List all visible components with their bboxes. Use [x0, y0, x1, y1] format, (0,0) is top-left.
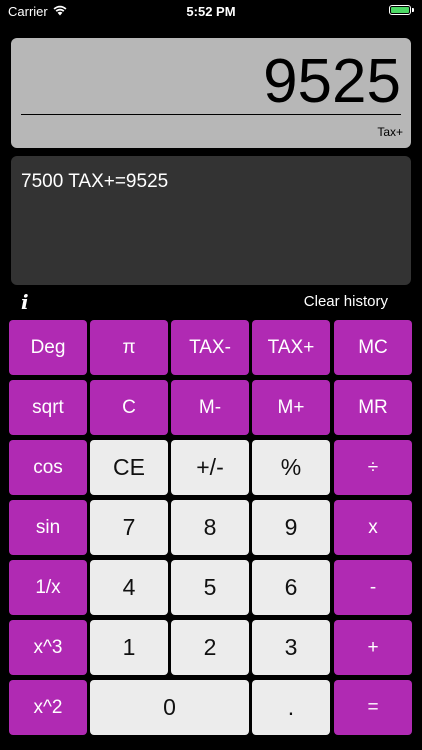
digit-2-button[interactable]: 2	[171, 620, 249, 675]
tax-plus-button[interactable]: TAX+	[252, 320, 330, 375]
memory-clear-button[interactable]: MC	[334, 320, 412, 375]
tax-minus-button[interactable]: TAX-	[171, 320, 249, 375]
clear-button[interactable]: C	[90, 380, 168, 435]
sqrt-button[interactable]: sqrt	[9, 380, 87, 435]
cube-button[interactable]: x^3	[9, 620, 87, 675]
battery-fill	[391, 7, 409, 13]
cos-button[interactable]: cos	[9, 440, 87, 495]
battery-body	[389, 5, 411, 15]
digit-1-button[interactable]: 1	[90, 620, 168, 675]
deg-button[interactable]: Deg	[9, 320, 87, 375]
divide-button[interactable]: ÷	[334, 440, 412, 495]
decimal-button[interactable]: .	[252, 680, 330, 735]
history-panel[interactable]: 7500 TAX+=9525	[11, 156, 411, 285]
multiply-button[interactable]: x	[334, 500, 412, 555]
plus-minus-button[interactable]: +/-	[171, 440, 249, 495]
percent-button[interactable]: %	[252, 440, 330, 495]
memory-recall-button[interactable]: MR	[334, 380, 412, 435]
digit-7-button[interactable]: 7	[90, 500, 168, 555]
sin-button[interactable]: sin	[9, 500, 87, 555]
display-divider	[21, 114, 401, 115]
equals-button[interactable]: =	[334, 680, 412, 735]
plus-button[interactable]: +	[334, 620, 412, 675]
calculator-screen: Carrier 5:52 PM 9525 Tax+ 7500 TAX+=9525…	[0, 0, 422, 750]
digit-4-button[interactable]: 4	[90, 560, 168, 615]
display-mode-label: Tax+	[377, 125, 403, 139]
memory-plus-button[interactable]: M+	[252, 380, 330, 435]
digit-6-button[interactable]: 6	[252, 560, 330, 615]
minus-button[interactable]: -	[334, 560, 412, 615]
clear-history-button[interactable]: Clear history	[304, 293, 388, 310]
digit-8-button[interactable]: 8	[171, 500, 249, 555]
digit-3-button[interactable]: 3	[252, 620, 330, 675]
square-button[interactable]: x^2	[9, 680, 87, 735]
digit-5-button[interactable]: 5	[171, 560, 249, 615]
info-icon[interactable]: i	[21, 290, 29, 314]
battery-icon	[389, 5, 414, 15]
status-bar: Carrier 5:52 PM	[0, 0, 422, 24]
battery-nub	[412, 8, 414, 12]
history-entry: 7500 TAX+=9525	[21, 171, 169, 192]
result-display: 9525 Tax+	[11, 38, 411, 148]
display-value: 9525	[263, 47, 401, 116]
digit-0-button[interactable]: 0	[90, 680, 249, 735]
memory-minus-button[interactable]: M-	[171, 380, 249, 435]
clear-entry-button[interactable]: CE	[90, 440, 168, 495]
digit-9-button[interactable]: 9	[252, 500, 330, 555]
pi-button[interactable]: π	[90, 320, 168, 375]
status-time: 5:52 PM	[186, 4, 236, 19]
reciprocal-button[interactable]: 1/x	[9, 560, 87, 615]
